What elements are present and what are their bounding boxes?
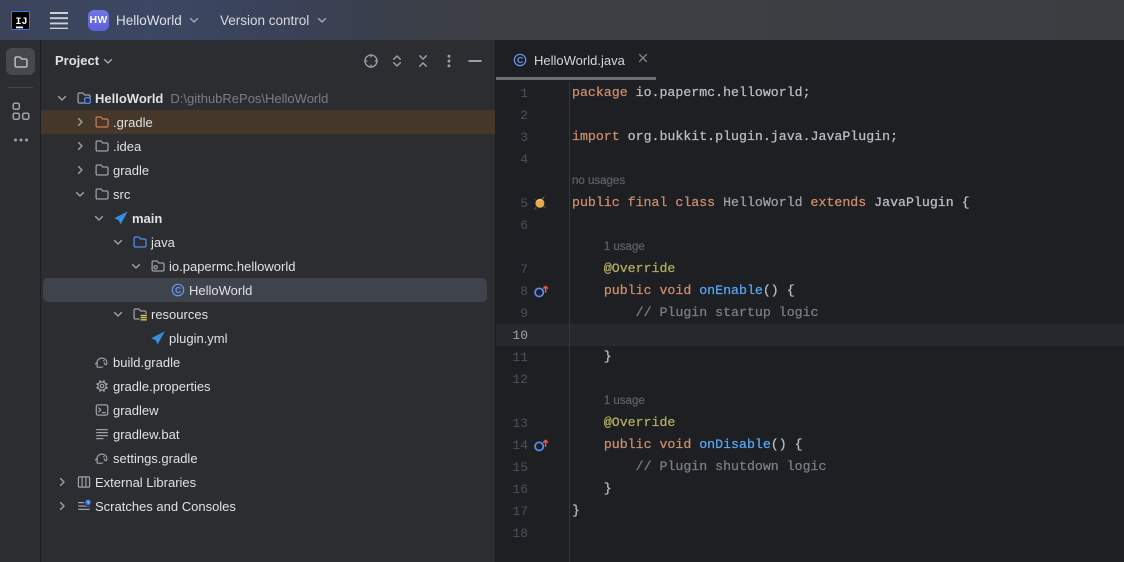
svg-text:IJ: IJ — [15, 17, 27, 28]
svg-text:C: C — [175, 285, 181, 295]
svg-text:C: C — [517, 55, 523, 65]
